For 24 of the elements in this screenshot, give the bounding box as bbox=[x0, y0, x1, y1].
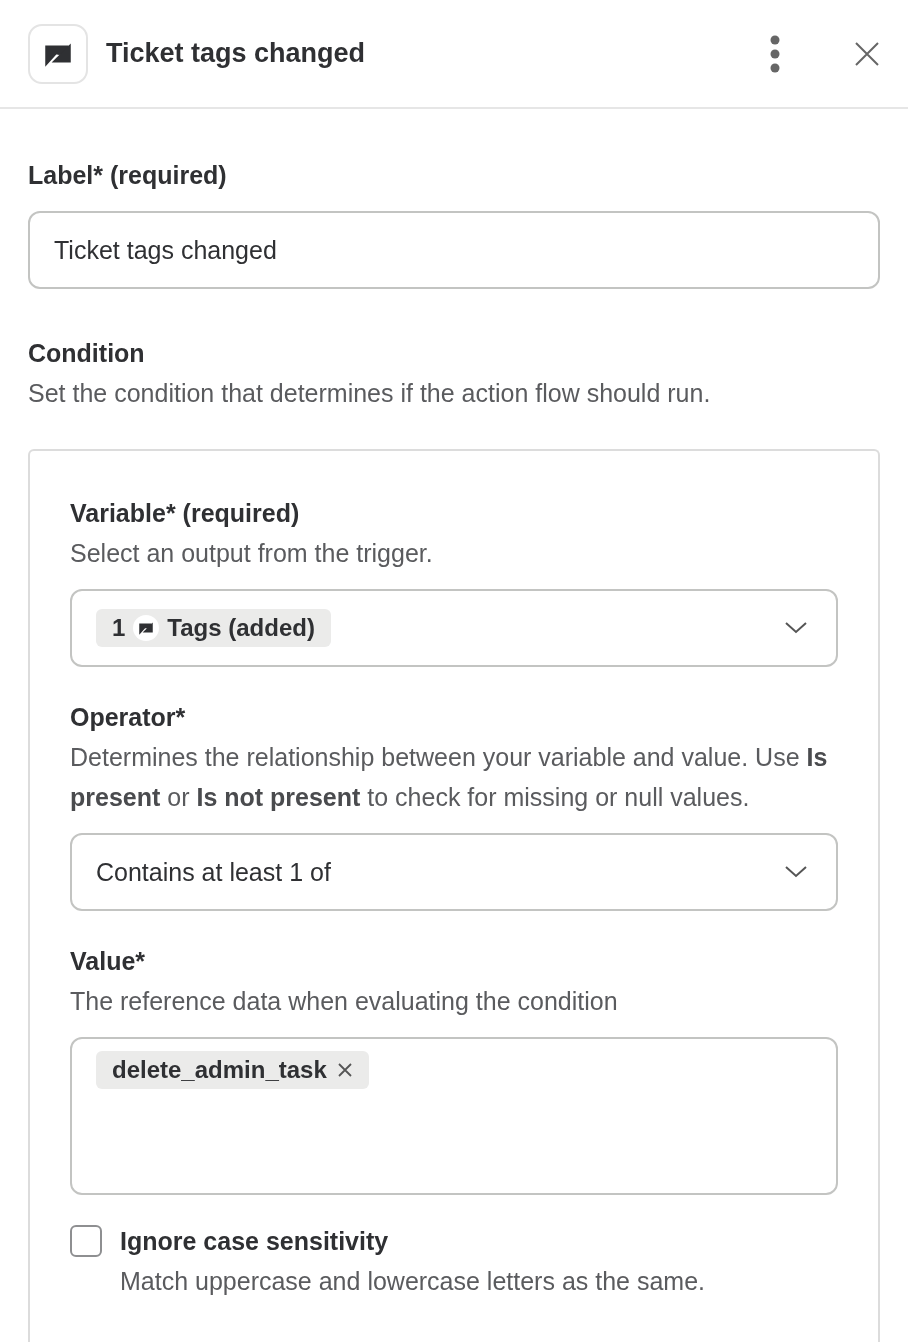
value-tag-input[interactable]: delete_admin_task bbox=[70, 1037, 838, 1195]
panel-title: Ticket tags changed bbox=[106, 38, 367, 69]
value-tag: delete_admin_task bbox=[96, 1051, 369, 1089]
close-icon[interactable] bbox=[854, 40, 880, 67]
more-options-icon[interactable] bbox=[770, 34, 780, 73]
section-title: Condition bbox=[28, 338, 146, 369]
chevron-down-icon bbox=[784, 865, 808, 879]
checkbox-description: Match uppercase and lowercase letters as the same. bbox=[120, 1266, 706, 1297]
variable-select[interactable]: 1 Tags (added) bbox=[70, 589, 838, 667]
checkbox[interactable] bbox=[70, 1225, 102, 1257]
section-description: Set the condition that determines if the action flow should run. bbox=[28, 378, 712, 409]
field-label: Variable* (required) bbox=[70, 498, 301, 529]
field-description: Select an output from the trigger. bbox=[70, 538, 434, 569]
field-description: Determines the relationship between your variable and value. Use Is present or Is not present to check for missing or null values. bbox=[70, 742, 829, 813]
field-label: Value* bbox=[70, 946, 147, 977]
checkbox-label: Ignore case sensitivity bbox=[120, 1226, 390, 1257]
field-label: Label* (required) bbox=[28, 160, 228, 191]
operator-select[interactable]: Contains at least 1 of bbox=[70, 833, 838, 911]
variable-chip: 1 Tags (added) bbox=[96, 609, 331, 647]
label-input[interactable]: Ticket tags changed bbox=[28, 211, 880, 289]
field-description: The reference data when evaluating the condition bbox=[70, 986, 619, 1017]
chevron-down-icon bbox=[784, 621, 808, 635]
field-label: Operator* bbox=[70, 702, 187, 733]
remove-icon[interactable] bbox=[336, 1062, 353, 1078]
